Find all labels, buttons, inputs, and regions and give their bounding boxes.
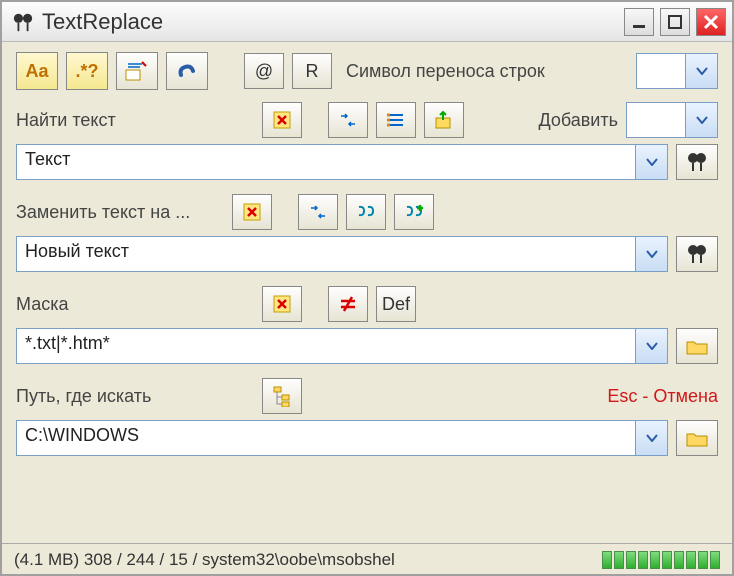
path-browse-button[interactable] [676, 420, 718, 456]
case-button[interactable]: Aa [16, 52, 58, 90]
replace-dropdown[interactable] [636, 236, 668, 272]
mask-toolbar-row: Маска Def [16, 286, 718, 322]
toolbar-row-1: Aa .*? @ R Символ переноса строк [16, 52, 718, 90]
find-toolbar-row: Найти текст Добавить [16, 102, 718, 138]
mask-label: Маска [16, 294, 196, 315]
replace-ops2-button[interactable] [394, 194, 434, 230]
find-input-row: Текст [16, 144, 718, 180]
path-combo: C:\WINDOWS [16, 420, 668, 456]
find-swap-button[interactable] [328, 102, 368, 138]
settings-button[interactable] [166, 52, 208, 90]
mask-neq-button[interactable] [328, 286, 368, 322]
replace-label: Заменить текст на ... [16, 202, 196, 223]
add-combo [626, 102, 718, 138]
r-button[interactable]: R [292, 53, 332, 89]
mask-folder-button[interactable] [676, 328, 718, 364]
regex-button[interactable]: .*? [66, 52, 108, 90]
mask-def-button[interactable]: Def [376, 286, 416, 322]
mask-dropdown[interactable] [636, 328, 668, 364]
path-input-row: C:\WINDOWS [16, 420, 718, 456]
edit-button[interactable] [116, 52, 158, 90]
app-icon [12, 11, 34, 33]
replace-search-button[interactable] [676, 236, 718, 272]
mask-clear-button[interactable] [262, 286, 302, 322]
add-dropdown[interactable] [686, 102, 718, 138]
titlebar: TextReplace [2, 2, 732, 42]
find-input[interactable]: Текст [16, 144, 636, 180]
path-input[interactable]: C:\WINDOWS [16, 420, 636, 456]
find-combo: Текст [16, 144, 668, 180]
mask-combo: *.txt|*.htm* [16, 328, 668, 364]
add-field[interactable] [626, 102, 686, 138]
line-sep-dropdown[interactable] [686, 53, 718, 89]
replace-toolbar-row: Заменить текст на ... [16, 194, 718, 230]
line-sep-combo [636, 53, 718, 89]
close-button[interactable] [696, 8, 726, 36]
replace-swap-button[interactable] [298, 194, 338, 230]
progress-bar [602, 551, 720, 569]
find-load-button[interactable] [424, 102, 464, 138]
replace-input[interactable]: Новый текст [16, 236, 636, 272]
app-title: TextReplace [42, 9, 618, 35]
path-tree-button[interactable] [262, 378, 302, 414]
find-search-button[interactable] [676, 144, 718, 180]
line-sep-label: Символ переноса строк [346, 61, 545, 82]
replace-combo: Новый текст [16, 236, 668, 272]
maximize-button[interactable] [660, 8, 690, 36]
line-sep-field[interactable] [636, 53, 686, 89]
at-button[interactable]: @ [244, 53, 284, 89]
path-dropdown[interactable] [636, 420, 668, 456]
statusbar: (4.1 MB) 308 / 244 / 15 / system32\oobe\… [2, 543, 732, 574]
mask-input[interactable]: *.txt|*.htm* [16, 328, 636, 364]
status-text: (4.1 MB) 308 / 244 / 15 / system32\oobe\… [14, 550, 592, 570]
app-window: TextReplace Aa .*? [0, 0, 734, 576]
replace-input-row: Новый текст [16, 236, 718, 272]
esc-label: Esc - Отмена [607, 386, 718, 407]
find-list-button[interactable] [376, 102, 416, 138]
find-dropdown[interactable] [636, 144, 668, 180]
minimize-button[interactable] [624, 8, 654, 36]
find-label: Найти текст [16, 110, 196, 131]
path-label: Путь, где искать [16, 386, 196, 407]
mask-input-row: *.txt|*.htm* [16, 328, 718, 364]
replace-ops1-button[interactable] [346, 194, 386, 230]
replace-clear-button[interactable] [232, 194, 272, 230]
add-label: Добавить [538, 110, 618, 131]
content-area: Aa .*? @ R Символ переноса строк [2, 42, 732, 543]
path-toolbar-row: Путь, где искать Esc - Отмена [16, 378, 718, 414]
find-clear-button[interactable] [262, 102, 302, 138]
